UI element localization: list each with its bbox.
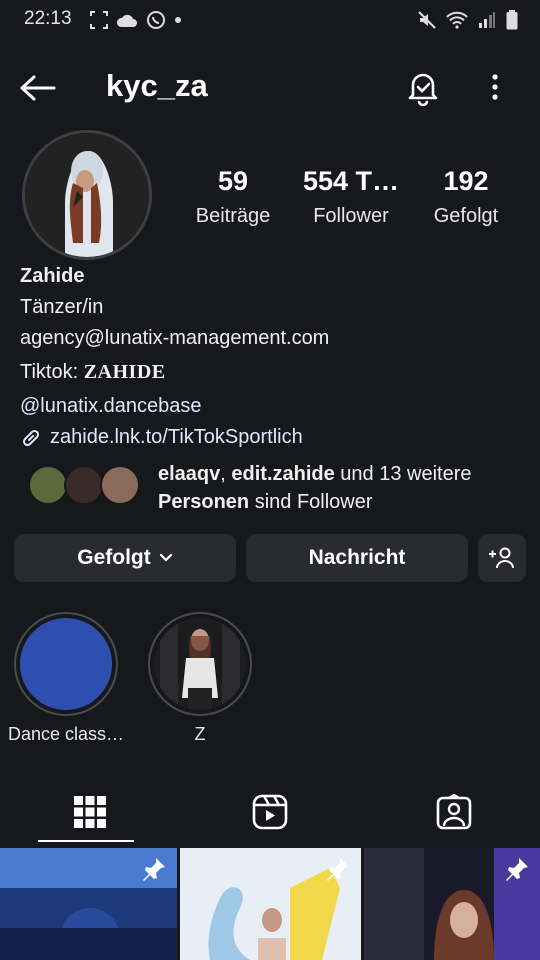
status-time: 22:13 (24, 8, 72, 29)
profile-header: kyc_za (0, 58, 540, 118)
tab-tagged[interactable] (364, 784, 540, 840)
mutual-user-2: edit.zahide (231, 463, 335, 485)
dot-icon (175, 17, 181, 23)
bio-tiktok-line: Tiktok: ZAHIDE (20, 361, 166, 384)
bio-tiktok-prefix: Tiktok: (20, 361, 84, 383)
mutual-middle: und 13 weitere (334, 463, 472, 485)
mutual-separator: , (220, 463, 232, 485)
tab-posts[interactable] (0, 784, 180, 840)
stat-following[interactable]: 192 Gefolgt (411, 166, 521, 228)
suggested-users-button[interactable] (478, 534, 526, 582)
pin-icon (143, 858, 165, 881)
profile-category: Tänzer/in (20, 296, 104, 318)
mutual-avatar-2 (64, 465, 104, 505)
stat-posts-label: Beiträge (195, 205, 271, 227)
bio-link[interactable]: zahide.lnk.to/TikTokSportlich (20, 426, 303, 449)
highlight-cover-photo (154, 618, 246, 710)
pin-icon (327, 858, 349, 881)
back-arrow-icon[interactable] (18, 70, 58, 106)
stat-followers-label: Follower (313, 205, 389, 227)
tagged-icon (436, 794, 472, 830)
post-thumbnail-3[interactable] (364, 848, 540, 960)
highlight-dance-class[interactable] (14, 612, 118, 716)
mutual-avatar-3 (100, 465, 140, 505)
stat-posts[interactable]: 59 Beiträge (178, 166, 288, 228)
highlight-z[interactable] (148, 612, 252, 716)
following-button-label: Gefolgt (77, 546, 151, 569)
active-tab-indicator (38, 840, 134, 842)
post-thumbnail-1[interactable] (0, 848, 177, 960)
stat-followers-value: 554 T… (302, 166, 400, 196)
stat-posts-value: 59 (217, 166, 249, 196)
highlight-cover-blue (20, 618, 112, 710)
profile-name: Zahide (20, 265, 85, 287)
profile-avatar[interactable] (22, 130, 152, 260)
following-button[interactable]: Gefolgt (14, 534, 236, 582)
stat-following-value: 192 (443, 166, 489, 196)
more-icon[interactable] (480, 70, 510, 104)
battery-icon (506, 10, 518, 30)
signal-icon (479, 12, 495, 28)
avatar-photo (25, 133, 149, 257)
chevron-down-icon (159, 553, 172, 562)
highlight-label-1: Dance class… (7, 724, 125, 744)
tab-reels[interactable] (180, 784, 360, 840)
stat-following-label: Gefolgt (433, 205, 499, 227)
bio-link-text: zahide.lnk.to/TikTokSportlich (50, 426, 303, 448)
post-thumbnail-2[interactable] (180, 848, 361, 960)
screenshot-icon (90, 11, 108, 29)
bio-mention[interactable]: @lunatix.dancebase (20, 395, 202, 418)
whatsapp-icon (147, 11, 165, 29)
stat-followers[interactable]: 554 T… Follower (296, 166, 406, 228)
message-button[interactable]: Nachricht (246, 534, 468, 582)
highlight-label-2: Z (194, 724, 206, 744)
mutual-followers-avatars[interactable] (28, 463, 148, 507)
mute-icon (418, 11, 436, 29)
bio-tiktok-name: ZAHIDE (83, 361, 166, 383)
cloud-icon (116, 14, 137, 27)
wifi-icon (446, 11, 468, 29)
add-person-icon (489, 547, 514, 569)
link-icon (22, 429, 40, 446)
mutual-followers-text[interactable]: elaaqv, edit.zahide und 13 weitere Perso… (158, 460, 538, 516)
notification-bell-icon[interactable] (404, 68, 442, 106)
profile-username: kyc_za (106, 68, 208, 103)
pin-icon (506, 858, 528, 881)
bio-email[interactable]: agency@lunatix-management.com (20, 327, 329, 350)
mutual-user-1: elaaqv (158, 463, 221, 485)
mutual-avatar-1 (28, 465, 68, 505)
message-button-label: Nachricht (308, 546, 406, 569)
reels-icon (252, 794, 288, 830)
status-bar: 22:13 (0, 0, 540, 40)
mutual-bold-end: Personen (158, 491, 250, 513)
grid-icon (74, 796, 106, 828)
mutual-end: sind Follower (249, 491, 373, 513)
